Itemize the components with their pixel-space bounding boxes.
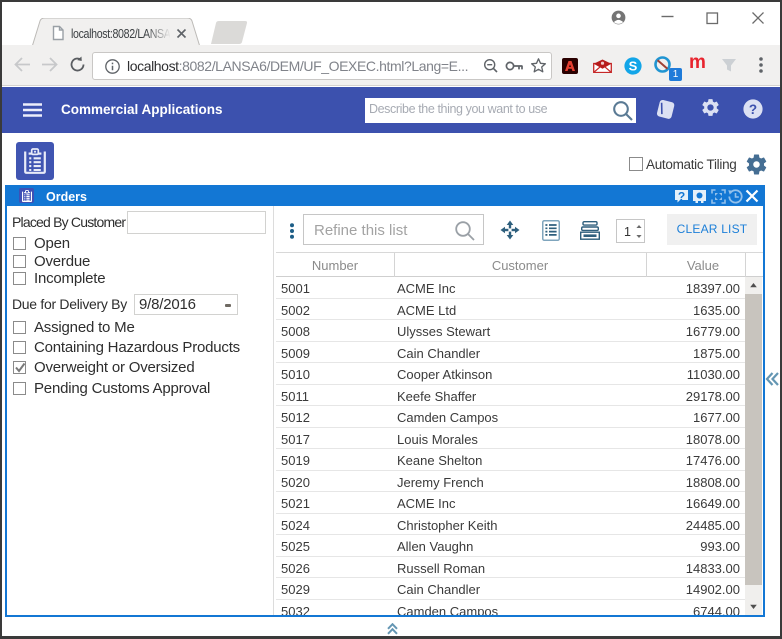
svg-text:?: ? bbox=[749, 102, 757, 117]
svg-text:S: S bbox=[629, 59, 638, 74]
svg-text:?: ? bbox=[678, 190, 685, 204]
